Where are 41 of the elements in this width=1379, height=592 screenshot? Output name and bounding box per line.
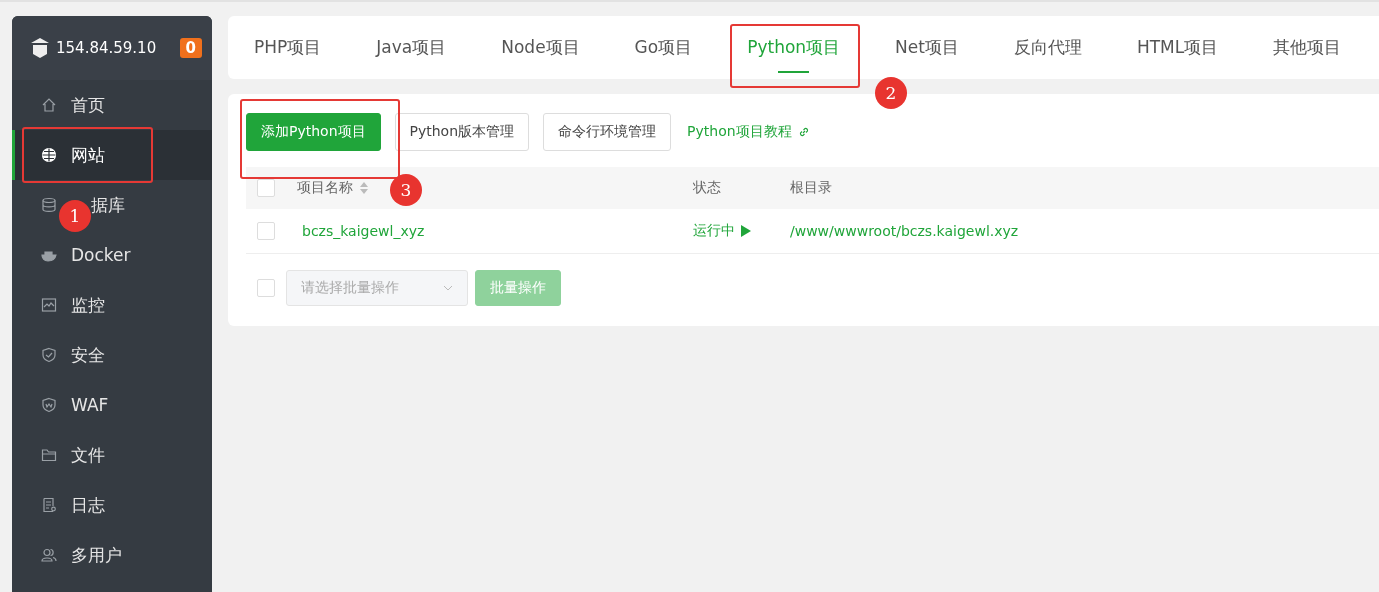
server-address: 154.84.59.10 <box>56 39 158 57</box>
project-tab[interactable]: 其他项目 <box>1255 16 1360 79</box>
column-header: 根目录 <box>790 179 832 197</box>
sidebar-item[interactable]: Docker <box>71 245 131 265</box>
toolbar-button[interactable]: Python版本管理 <box>394 113 530 151</box>
play-icon <box>741 225 751 237</box>
project-tab[interactable]: Node项目 <box>483 16 598 79</box>
sidebar-item[interactable]: 安全 <box>71 343 105 367</box>
globe-icon <box>41 147 57 163</box>
sidebar-item[interactable]: WAF <box>71 395 109 415</box>
project-tab[interactable]: 反向代理 <box>995 16 1100 79</box>
project-tab[interactable]: HTML项目 <box>1118 16 1237 79</box>
tower-icon <box>30 37 50 59</box>
checkbox[interactable] <box>257 279 275 297</box>
row-checkbox[interactable] <box>257 222 275 240</box>
shield-icon <box>41 397 57 413</box>
chevron-icon <box>443 285 453 291</box>
column-header: 状态 <box>693 179 722 197</box>
sidebar-item[interactable]: 首页 <box>71 93 105 117</box>
database-icon <box>41 197 57 213</box>
project-tab[interactable]: Java项目 <box>358 16 465 79</box>
users-icon <box>41 547 57 563</box>
project-tab[interactable]: Net项目 <box>877 16 977 79</box>
sidebar-item[interactable]: 监控 <box>71 293 105 317</box>
sidebar-item[interactable]: 据库 <box>91 193 125 217</box>
column-header[interactable]: 项目名称 <box>297 179 353 197</box>
chart-icon <box>41 297 57 313</box>
sidebar-item[interactable]: 日志 <box>71 493 105 517</box>
sidebar-item[interactable]: 文件 <box>71 443 105 467</box>
home-icon <box>41 97 57 113</box>
sort-icon[interactable] <box>359 181 369 195</box>
sidebar-item[interactable]: 网站 <box>12 130 212 180</box>
toolbar-button[interactable]: 命令行环境管理 <box>543 113 672 151</box>
checkbox[interactable] <box>257 179 275 197</box>
document-icon <box>41 497 57 513</box>
project-tab[interactable]: Go项目 <box>616 16 711 79</box>
folder-icon <box>41 447 57 463</box>
project-tab[interactable]: PHP项目 <box>236 16 340 79</box>
shield-icon <box>41 347 57 363</box>
sidebar-item[interactable]: 多用户 <box>71 543 122 567</box>
link-icon <box>797 126 810 138</box>
